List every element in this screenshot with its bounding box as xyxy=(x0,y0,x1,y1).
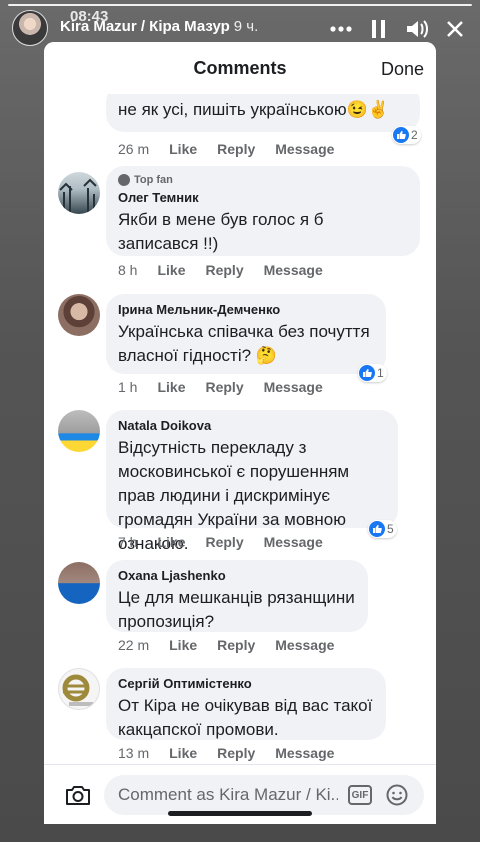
comment-text: Якби в мене був голос я б записався !!) xyxy=(118,210,324,253)
story-age: 9 ч. xyxy=(233,18,259,35)
reaction-number: 1 xyxy=(377,366,384,380)
done-button[interactable]: Done xyxy=(381,59,424,80)
more-icon[interactable] xyxy=(328,16,354,42)
comment-time: 7 h xyxy=(118,534,138,550)
commenter-name[interactable]: Олег Темник xyxy=(118,190,408,205)
message-button[interactable]: Message xyxy=(275,637,334,653)
comment-bubble[interactable]: Ірина Мельник-Демченко Українська співач… xyxy=(106,294,386,374)
comment-list[interactable]: не як усі, пишіть українською😉✌️ 26 m Li… xyxy=(44,42,436,764)
comment-bubble[interactable]: Сергій Оптимістенко От Кіра не очікував … xyxy=(106,668,386,740)
reply-button[interactable]: Reply xyxy=(205,379,243,395)
comment-text: не як усі, пишіть українською😉✌️ xyxy=(118,100,389,119)
reply-button[interactable]: Reply xyxy=(205,262,243,278)
commenter-name[interactable]: Oxana Ljashenko xyxy=(118,568,356,583)
like-reaction-icon xyxy=(359,365,375,381)
comment-bubble[interactable]: Top fan Олег Темник Якби в мене був голо… xyxy=(106,166,420,256)
gif-icon[interactable]: GIF xyxy=(348,785,372,805)
commenter-avatar[interactable] xyxy=(58,668,100,710)
reply-button[interactable]: Reply xyxy=(217,745,255,761)
reply-button[interactable]: Reply xyxy=(205,534,243,550)
comment-text: Українська співачка без почуття власної … xyxy=(118,322,370,365)
like-reaction-icon xyxy=(393,127,409,143)
comment-time: 13 m xyxy=(118,745,150,761)
like-button[interactable]: Like xyxy=(169,745,197,761)
comment-input[interactable]: Comment as Kira Mazur / Ki... GIF xyxy=(104,775,424,815)
comment-time: 1 h xyxy=(118,379,138,395)
reaction-count[interactable]: 2 xyxy=(392,126,421,144)
like-button[interactable]: Like xyxy=(169,141,197,157)
comments-sheet: не як усі, пишіть українською😉✌️ 26 m Li… xyxy=(44,42,436,824)
comment-actions: 13 m Like Reply Message xyxy=(118,745,334,761)
reaction-number: 2 xyxy=(411,128,418,142)
message-button[interactable]: Message xyxy=(264,262,323,278)
story-author[interactable]: Kira Mazur / Кіра Мазур 9 ч. xyxy=(60,18,258,35)
pause-icon[interactable] xyxy=(366,16,392,42)
comment-input-placeholder: Comment as Kira Mazur / Ki... xyxy=(118,785,338,804)
top-fan-badge: Top fan xyxy=(118,174,408,186)
badge-label: Top fan xyxy=(134,174,173,186)
comment-time: 26 m xyxy=(118,141,150,157)
like-button[interactable]: Like xyxy=(157,379,185,395)
comment-actions: 1 h Like Reply Message xyxy=(118,379,323,395)
page-title: Comments xyxy=(193,58,287,78)
commenter-name[interactable]: Сергій Оптимістенко xyxy=(118,676,374,691)
reaction-count[interactable]: 5 xyxy=(368,520,397,538)
volume-icon[interactable] xyxy=(404,16,430,42)
story-avatar[interactable] xyxy=(12,10,48,46)
like-button[interactable]: Like xyxy=(157,534,185,550)
story-author-name: Kira Mazur / Кіра Мазур xyxy=(60,18,230,35)
comment-bubble[interactable]: Oxana Ljashenko Це для мешканців рязанщи… xyxy=(106,560,368,632)
message-button[interactable]: Message xyxy=(264,534,323,550)
comment-bubble[interactable]: Natala Doikova Відсутність перекладу з м… xyxy=(106,410,398,553)
message-button[interactable]: Message xyxy=(275,745,334,761)
like-button[interactable]: Like xyxy=(157,262,185,278)
message-button[interactable]: Message xyxy=(275,141,334,157)
reaction-number: 5 xyxy=(387,522,394,536)
close-icon[interactable] xyxy=(442,16,468,42)
comment-actions: 22 m Like Reply Message xyxy=(118,637,334,653)
reply-button[interactable]: Reply xyxy=(217,637,255,653)
like-reaction-icon xyxy=(369,521,385,537)
comment-composer: Comment as Kira Mazur / Ki... GIF xyxy=(44,764,436,824)
comment-text: От Кіра не очікував від вас такої какцап… xyxy=(118,696,373,739)
commenter-avatar[interactable] xyxy=(58,172,100,214)
message-button[interactable]: Message xyxy=(264,379,323,395)
comment-actions: 8 h Like Reply Message xyxy=(118,262,323,278)
comment-actions: 26 m Like Reply Message xyxy=(118,141,334,157)
emoji-icon[interactable] xyxy=(386,784,408,806)
story-controls xyxy=(328,16,468,42)
commenter-name[interactable]: Ірина Мельник-Демченко xyxy=(118,302,374,317)
camera-icon[interactable] xyxy=(64,781,92,809)
top-fan-icon xyxy=(118,174,130,186)
commenter-avatar[interactable] xyxy=(58,410,100,452)
comment-text: Це для мешканців рязанщини пропозиція? xyxy=(118,588,355,631)
commenter-name[interactable]: Natala Doikova xyxy=(118,418,386,433)
comments-header: Comments Done xyxy=(44,42,436,94)
comment-time: 22 m xyxy=(118,637,150,653)
home-indicator xyxy=(168,811,312,816)
like-button[interactable]: Like xyxy=(169,637,197,653)
commenter-avatar[interactable] xyxy=(58,562,100,604)
comment-actions: 7 h Like Reply Message xyxy=(118,534,323,550)
reply-button[interactable]: Reply xyxy=(217,141,255,157)
commenter-avatar[interactable] xyxy=(58,294,100,336)
reaction-count[interactable]: 1 xyxy=(358,364,387,382)
story-header: 08:43 Kira Mazur / Кіра Мазур 9 ч. xyxy=(0,6,480,46)
comment-time: 8 h xyxy=(118,262,138,278)
